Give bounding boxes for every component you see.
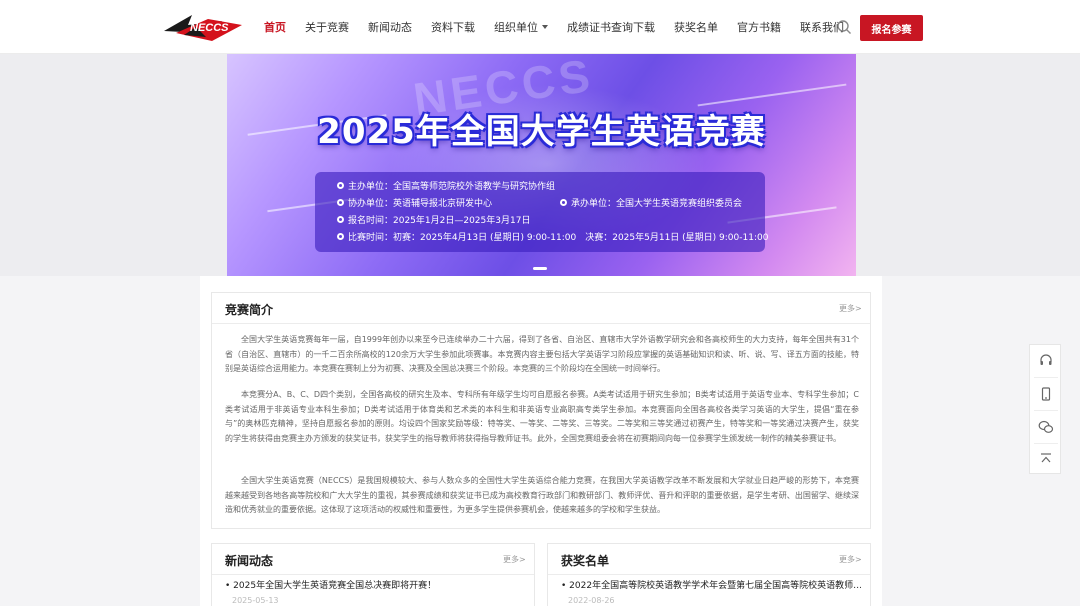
divider	[1034, 443, 1058, 444]
bullet-icon	[337, 233, 344, 240]
divider	[212, 574, 534, 575]
bullet-icon	[560, 199, 567, 206]
headset-icon	[1040, 354, 1052, 365]
intro-paragraph: 全国大学生英语竞赛每年一届，自1999年创办以来至今已连续举办二十六届，得到了各…	[225, 335, 859, 373]
nav-official-books[interactable]: 官方书籍	[737, 19, 781, 35]
intro-paragraph: 本竞赛分A、B、C、D四个类别，全国各高校的研究生及本、专科所有年级学生均可自愿…	[225, 390, 859, 443]
banner-assist: 协办单位：英语辅导报北京研发中心	[337, 196, 492, 209]
divider	[1034, 410, 1058, 411]
bullet-icon	[337, 216, 344, 223]
intro-more-link[interactable]: 更多>	[839, 303, 862, 314]
bullet-icon	[337, 182, 344, 189]
floating-toolbar	[1029, 344, 1061, 474]
awards-more-link[interactable]: 更多>	[839, 554, 862, 565]
nav-about[interactable]: 关于竞赛	[305, 19, 349, 35]
main-nav: 首页 关于竞赛 新闻动态 资料下载 组织单位 成绩证书查询下载 获奖名单 官方书…	[264, 0, 863, 54]
banner-register-time: 报名时间：2025年1月2日—2025年3月17日	[337, 213, 530, 226]
back-to-top-icon	[1041, 453, 1051, 463]
intro-card: 竞赛简介 更多> 全国大学生英语竞赛每年一届，自1999年创办以来至今已连续举办…	[211, 292, 871, 529]
nav-certificate-query[interactable]: 成绩证书查询下载	[567, 19, 655, 35]
signup-button[interactable]: 报名参赛	[860, 15, 923, 41]
carousel-dot[interactable]	[533, 267, 547, 270]
nav-organizers[interactable]: 组织单位	[494, 19, 548, 35]
news-list-item[interactable]: • 2025年全国大学生英语竞赛全国总决赛即将开赛！	[225, 578, 436, 591]
search-icon[interactable]	[836, 19, 852, 35]
mobile-button[interactable]	[1030, 380, 1062, 408]
nav-winners[interactable]: 获奖名单	[674, 19, 718, 35]
light-streak	[697, 83, 847, 107]
banner-info-box: 主办单位：全国高等师范院校外语教学与研究协作组 协办单位：英语辅导报北京研发中心…	[315, 172, 768, 252]
news-date: 2025-05-13	[232, 596, 279, 605]
divider	[1034, 377, 1058, 378]
site-header: NECCS 首页 关于竞赛 新闻动态 资料下载 组织单位 成绩证书查询下载 获奖…	[0, 0, 1080, 54]
banner-organizer: 承办单位：全国大学生英语竞赛组织委员会	[560, 196, 742, 209]
awards-card: 获奖名单 更多> • 2022年全国高等院校英语教学学术年会暨第七届全国高等院校…	[547, 543, 871, 606]
news-more-link[interactable]: 更多>	[503, 554, 526, 565]
wechat-icon	[1038, 420, 1054, 433]
awards-title: 获奖名单	[561, 554, 610, 568]
intro-paragraph: 全国大学生英语竞赛（NECCS）是我国规模较大、参与人数众多的全国性大学生英语综…	[225, 476, 859, 514]
svg-text:NECCS: NECCS	[190, 22, 229, 34]
back-to-top-button[interactable]	[1030, 445, 1062, 473]
mobile-icon	[1041, 387, 1051, 401]
wechat-button[interactable]	[1030, 413, 1062, 441]
banner-host: 主办单位：全国高等师范院校外语教学与研究协作组	[337, 179, 555, 192]
neccs-logo[interactable]: NECCS	[162, 11, 244, 43]
hero-banner[interactable]: NECCS 2025年全国大学生英语竞赛 主办单位：全国高等师范院校外语教学与研…	[227, 54, 856, 276]
awards-date: 2022-08-26	[568, 596, 615, 605]
awards-list-item[interactable]: • 2022年全国高等院校英语教学学术年会暨第七届全国高等院校英语教师…	[561, 578, 861, 591]
banner-exam-time: 比赛时间：初赛：2025年4月13日 (星期日) 9:00-11:00 决赛：2…	[337, 230, 768, 243]
divider	[212, 323, 870, 324]
nav-news[interactable]: 新闻动态	[368, 19, 412, 35]
news-card: 新闻动态 更多> • 2025年全国大学生英语竞赛全国总决赛即将开赛！ 2025…	[211, 543, 535, 606]
chevron-down-icon	[542, 25, 548, 29]
customer-service-button[interactable]	[1030, 347, 1062, 375]
nav-downloads[interactable]: 资料下载	[431, 19, 475, 35]
nav-home[interactable]: 首页	[264, 19, 286, 35]
banner-title: 2025年全国大学生英语竞赛	[317, 112, 766, 152]
intro-title: 竞赛简介	[225, 303, 274, 317]
bullet-icon	[337, 199, 344, 206]
divider	[548, 574, 870, 575]
news-title: 新闻动态	[225, 554, 274, 568]
